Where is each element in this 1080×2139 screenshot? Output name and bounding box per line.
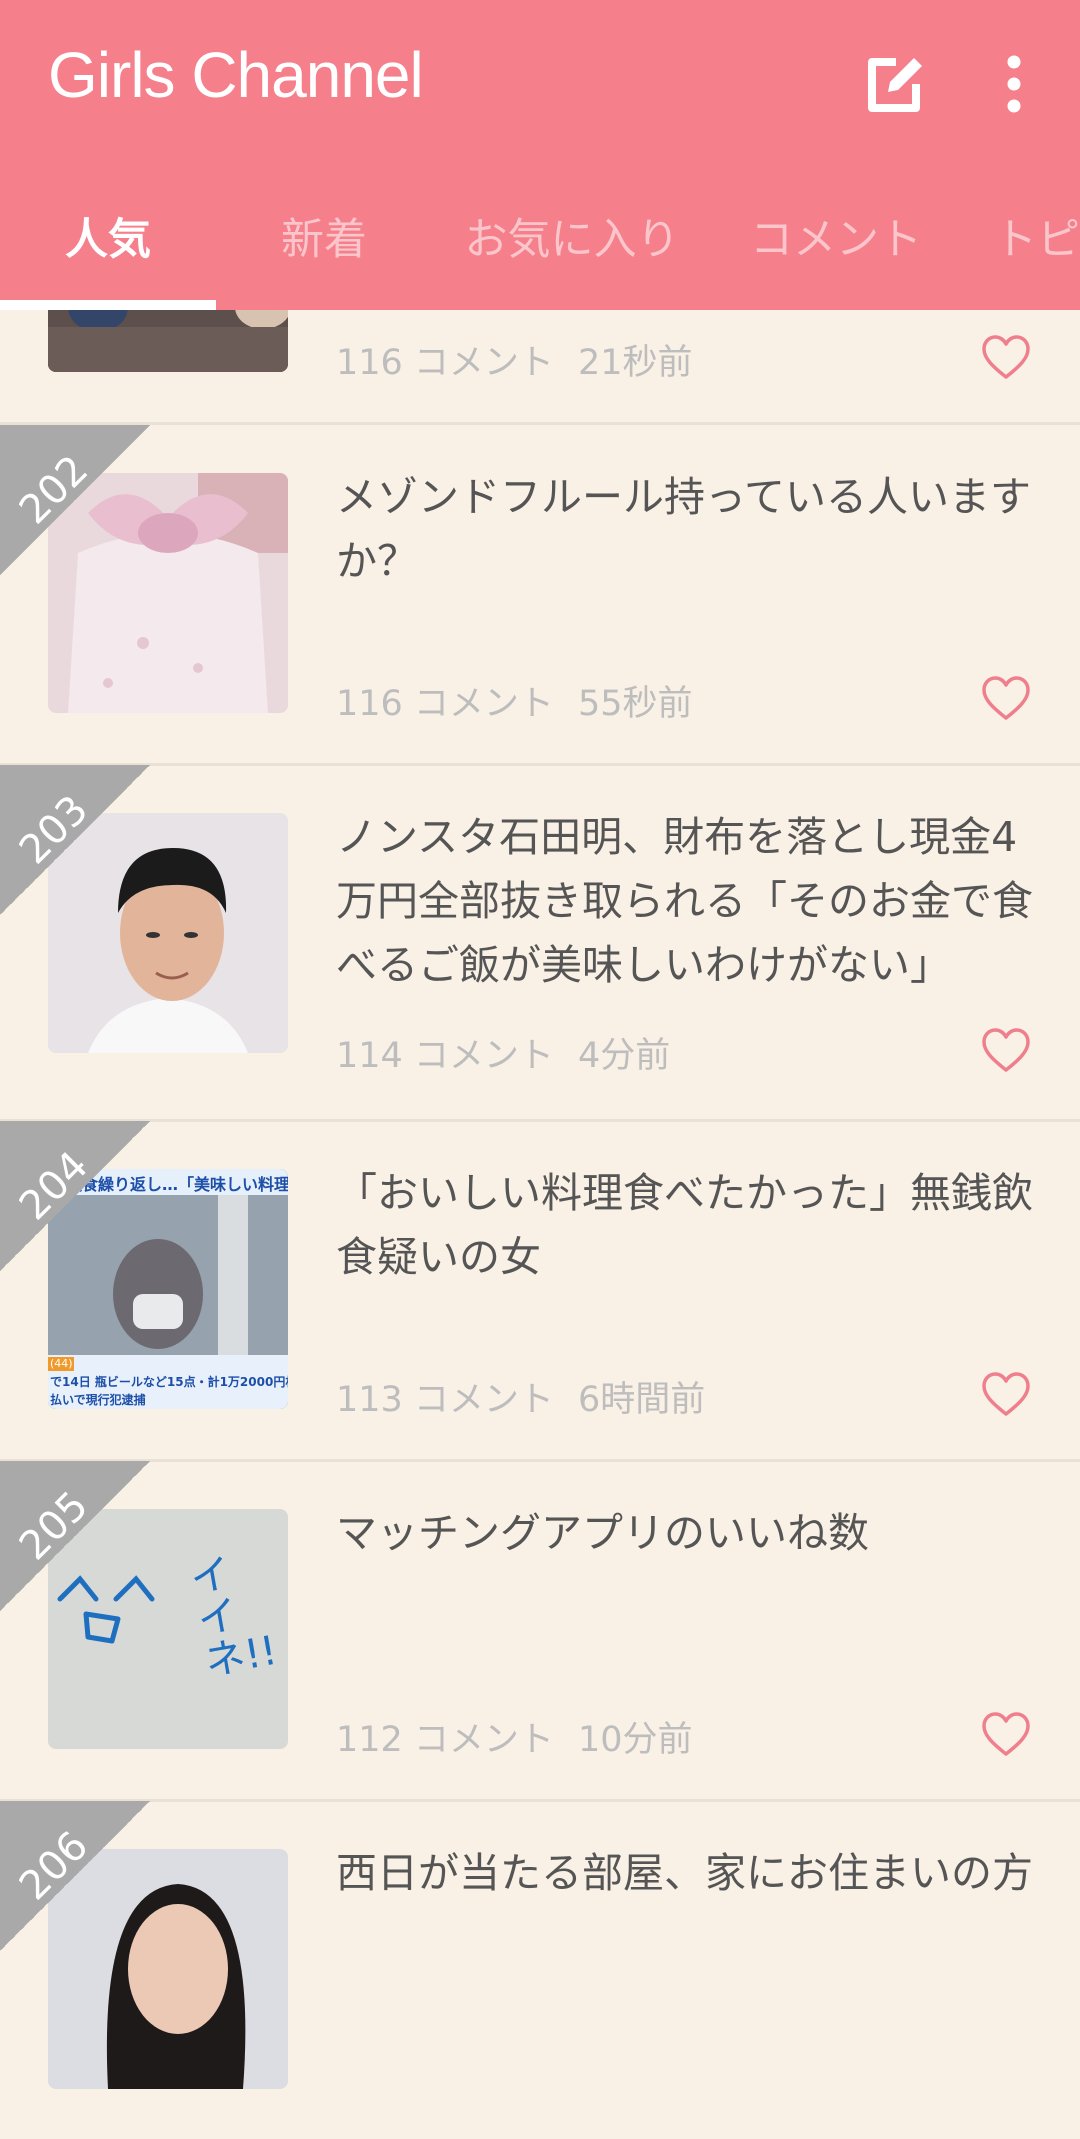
comment-count: 116 コメント xyxy=(336,684,554,724)
topic-meta: 116 コメント 21秒前 xyxy=(336,334,692,385)
topic-title: 「おいしい料理食べたかった」無銭飲食疑いの女 xyxy=(336,1169,1033,1281)
tab-topics[interactable]: トピ xyxy=(960,200,1080,310)
compose-button[interactable] xyxy=(858,48,930,120)
rank-badge: 203 xyxy=(0,765,150,915)
post-time: 55秒前 xyxy=(577,684,693,724)
comment-count: 113 コメント xyxy=(336,1380,554,1420)
topic-title: 西日が当たる部屋、家にお住まいの方 xyxy=(336,1849,1033,1897)
topic-title: ノンスタ石田明、財布を落とし現金4万円全部抜き取られる「そのお金で食べるご飯が美… xyxy=(336,813,1033,989)
heart-outline-icon[interactable] xyxy=(980,332,1032,384)
topic-item[interactable]: 203 ノンスタ石田明、財布を落とし現金4万円全部抜き取られる「そのお金で食べる… xyxy=(0,765,1080,1122)
more-vert-icon xyxy=(1007,55,1021,113)
app-title: Girls Channel xyxy=(48,39,424,111)
tab-comments[interactable]: コメント xyxy=(712,200,960,310)
comment-count: 112 コメント xyxy=(336,1720,554,1760)
tab-favorites[interactable]: お気に入り xyxy=(432,200,712,310)
heart-outline-icon[interactable] xyxy=(980,673,1032,725)
compose-icon xyxy=(868,58,922,112)
tab-indicator xyxy=(0,300,216,310)
topic-meta: 114 コメント 4分前 xyxy=(336,1027,670,1078)
rank-badge: 206 xyxy=(0,1801,150,1951)
tab-popular[interactable]: 人気 xyxy=(0,200,216,310)
topic-item[interactable]: 205 イイネ!! マッチングアプリのいいね数 112 コメント 10分前 xyxy=(0,1461,1080,1802)
thumb-caption: 払いで現行犯逮捕 xyxy=(50,1393,146,1407)
topic-item[interactable]: 202 メゾンドフルール持っている人いますか？ 116 コメント 55秒前 xyxy=(0,425,1080,766)
app-bar: Girls Channel 人気 新着 お気に入り コメント トピ xyxy=(0,0,1080,310)
rank-number: 204 xyxy=(10,1142,98,1230)
comment-count: 114 コメント xyxy=(336,1036,554,1076)
rank-badge: 204 xyxy=(0,1121,150,1271)
topic-title: メゾンドフルール持っている人いますか？ xyxy=(336,473,1031,585)
heart-outline-icon[interactable] xyxy=(980,1369,1032,1421)
overflow-menu-button[interactable] xyxy=(990,48,1038,120)
post-time: 4分前 xyxy=(577,1036,671,1076)
heart-outline-icon[interactable] xyxy=(980,1709,1032,1761)
rank-badge: 205 xyxy=(0,1461,150,1611)
rank-badge: 202 xyxy=(0,425,150,575)
rank-number: 202 xyxy=(10,446,98,534)
topic-meta: 116 コメント 55秒前 xyxy=(336,675,692,726)
rank-number: 206 xyxy=(10,1822,98,1910)
rank-number: 203 xyxy=(10,786,98,874)
topic-meta: 113 コメント 6時間前 xyxy=(336,1371,705,1422)
comment-count: 116 コメント xyxy=(336,343,554,383)
topic-item[interactable]: 206 西日が当たる部屋、家にお住まいの方 xyxy=(0,1801,1080,2139)
rank-number: 205 xyxy=(10,1482,98,1570)
thumb-badge: (44) xyxy=(50,1357,73,1370)
topic-item[interactable]: 204 銭飲食繰り返し…「美味しい料理が (44) で14日 瓶ビールなど15点… xyxy=(0,1121,1080,1462)
topic-title: マッチングアプリのいいね数 xyxy=(336,1509,869,1557)
tab-new[interactable]: 新着 xyxy=(216,200,432,310)
post-time: 6時間前 xyxy=(577,1380,706,1420)
tab-bar: 人気 新着 お気に入り コメント トピ xyxy=(0,200,1080,310)
topic-meta: 112 コメント 10分前 xyxy=(336,1711,692,1762)
post-time: 10分前 xyxy=(577,1720,693,1760)
post-time: 21秒前 xyxy=(577,343,693,383)
heart-outline-icon[interactable] xyxy=(980,1025,1032,1077)
thumb-caption: で14日 瓶ビールなど15点・計1万2000円相当を xyxy=(50,1375,288,1389)
